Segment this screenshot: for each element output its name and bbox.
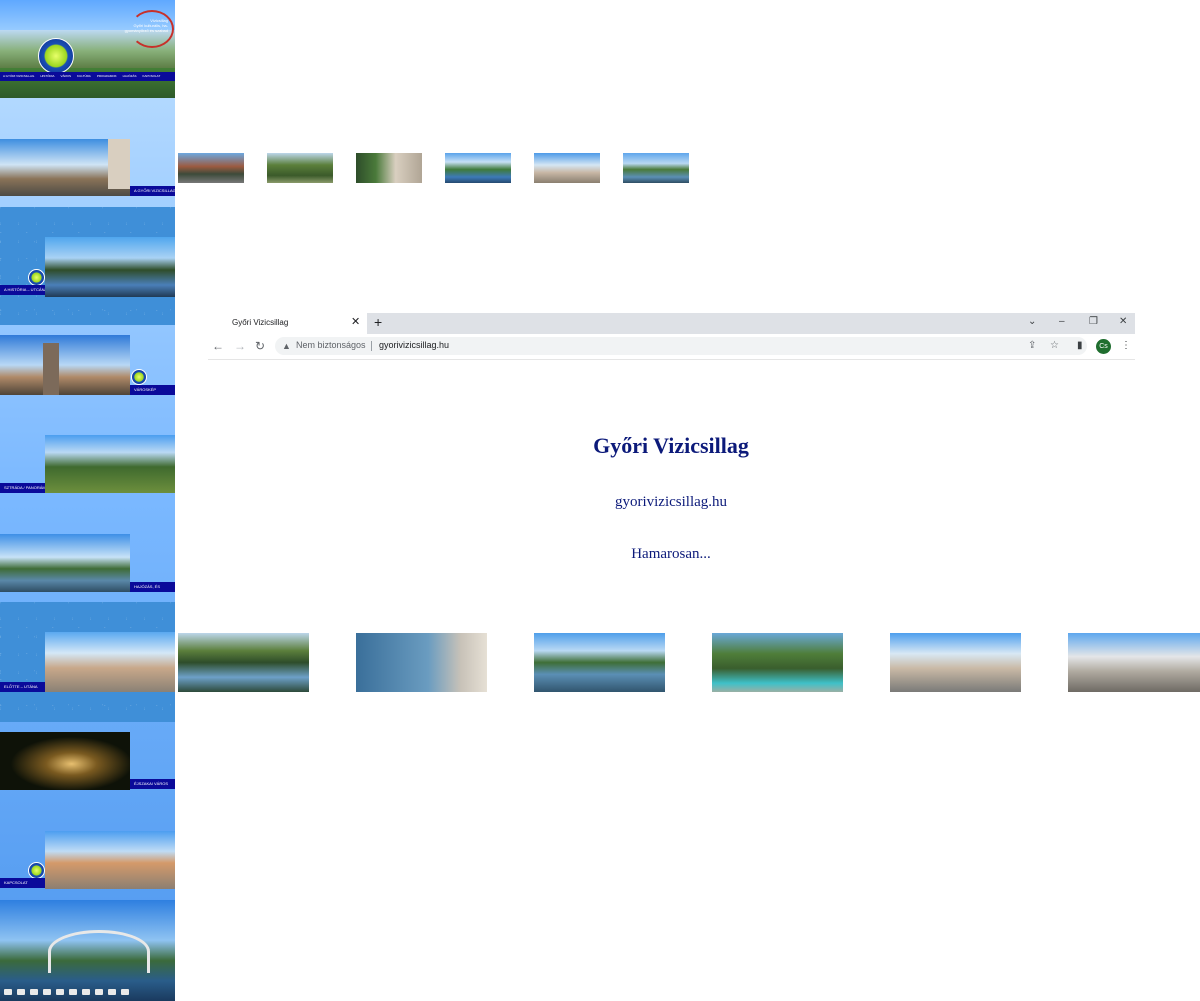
footer-icon	[4, 989, 12, 995]
panel-caption-bar: KAPCSOLAT	[0, 878, 45, 888]
coming-soon-text: Hamarosan...	[631, 546, 711, 562]
tab-title: Győri Vizicsillag	[232, 318, 289, 327]
panel-caption-bar: HAJÓZÁS, ÉS	[130, 582, 175, 592]
warning-icon[interactable]: ▲	[282, 339, 291, 353]
strip-header: Vízicsillag Győri kulturális, ha- gyomán…	[0, 0, 175, 98]
thumbnail	[267, 153, 333, 183]
url-text[interactable]: gyorivizicsillag.hu	[379, 340, 449, 350]
footer-icons	[0, 987, 175, 997]
thumbnail	[178, 153, 244, 183]
footer-icon	[30, 989, 38, 995]
panel-photo	[45, 435, 175, 493]
bridge-arch	[48, 930, 150, 973]
thumbnail	[534, 633, 665, 692]
logo-line: gyományőrző és szabad	[124, 28, 168, 33]
divider	[371, 341, 372, 351]
thumbnail	[178, 633, 309, 692]
header-logo-text: Vízicsillag Győri kulturális, ha- gyomán…	[112, 18, 168, 33]
browser-window: Győri Vizicsillag ✕ + ⌄ – ❐ ✕ ← → ↻ ▲ Ne…	[208, 313, 1135, 360]
strip-footer	[0, 900, 175, 1001]
preview-strip: Vízicsillag Győri kulturális, ha- gyomán…	[0, 0, 175, 1001]
security-label[interactable]: Nem biztonságos	[296, 340, 366, 350]
panel-caption-bar: SZTRÁDA / PANORÁMA	[0, 483, 45, 493]
panel-photo	[108, 139, 130, 189]
strip-nav-item: KAPCSOLAT	[142, 74, 161, 78]
strip-nav-item: A GYŐRI VIZICSILLAG	[3, 74, 35, 78]
footer-icon	[43, 989, 51, 995]
strip-nav-item: KULTÚRA	[77, 74, 91, 78]
panel-caption-bar: VÁROSKÉP	[130, 385, 175, 395]
share-icon[interactable]: ⇪	[1028, 338, 1036, 354]
strip-panel: ELŐTTE – UTÁNA	[0, 602, 175, 722]
vizicsillag-logo-icon	[28, 269, 45, 286]
browser-toolbar: ← → ↻ ▲ Nem biztonságos gyorivizicsillag…	[208, 334, 1135, 360]
vizicsillag-logo-icon	[38, 38, 74, 74]
strip-panel: HAJÓZÁS, ÉS	[0, 497, 175, 597]
strip-panel: SZTRÁDA / PANORÁMA	[0, 397, 175, 497]
tab-bar: Győri Vizicsillag ✕ + ⌄ – ❐ ✕	[208, 313, 1135, 334]
panel-photo	[45, 831, 175, 889]
vizicsillag-logo-icon	[131, 369, 147, 385]
panel-photo	[0, 335, 130, 395]
chevron-down-icon[interactable]: ⌄	[1028, 315, 1036, 329]
minimize-icon[interactable]: –	[1059, 315, 1065, 329]
panel-caption-bar: A HISTÓRIA – UTCÁNAK	[0, 285, 45, 295]
strip-panel: ÉJSZAKAI VÁROS	[0, 722, 175, 792]
thumbnail	[1068, 633, 1200, 692]
panel-photo	[45, 632, 175, 692]
thumbnail	[890, 633, 1021, 692]
footer-icon	[56, 989, 64, 995]
strip-panel: A GYŐRI VIZICSILLAG	[0, 98, 175, 198]
footer-icon	[121, 989, 129, 995]
strip-nav-item: PROGRAMOK	[96, 74, 117, 78]
new-tab-icon[interactable]: +	[374, 314, 382, 331]
thumbnail	[534, 153, 600, 183]
strip-nav-item: HAJÓZÁS	[122, 74, 137, 78]
tab-active[interactable]: Győri Vizicsillag ✕	[208, 313, 367, 334]
restore-icon[interactable]: ❐	[1089, 315, 1098, 329]
thumbnail	[356, 633, 487, 692]
footer-icon	[69, 989, 77, 995]
star-icon[interactable]: ☆	[1050, 338, 1059, 354]
thumbnail	[712, 633, 843, 692]
strip-panel: VÁROSKÉP	[0, 335, 175, 397]
strip-nav: A GYŐRI VIZICSILLAG HISTÓRIA VÁROS KULTÚ…	[0, 72, 175, 81]
panel-photo	[45, 237, 175, 297]
address-bar[interactable]: ▲ Nem biztonságos gyorivizicsillag.hu ⇪ …	[275, 337, 1087, 355]
footer-icon	[108, 989, 116, 995]
strip-panel: KAPCSOLAT	[0, 792, 175, 900]
forward-icon[interactable]: →	[234, 338, 246, 354]
thumbnail	[445, 153, 511, 183]
thumbnail	[623, 153, 689, 183]
tab-strip	[367, 313, 1135, 334]
side-panel-icon[interactable]: ▮	[1077, 338, 1083, 354]
profile-avatar[interactable]: Cs	[1096, 339, 1111, 354]
panel-caption-bar: ÉJSZAKAI VÁROS	[130, 779, 175, 789]
footer-icon	[95, 989, 103, 995]
reload-icon[interactable]: ↻	[255, 338, 265, 354]
strip-nav-item: VÁROS	[60, 74, 72, 78]
thumbnail	[356, 153, 422, 183]
strip-panel: A HISTÓRIA – UTCÁNAK	[0, 207, 175, 325]
menu-icon[interactable]: ⋮	[1121, 338, 1131, 354]
panel-photo	[0, 732, 130, 790]
footer-icon	[82, 989, 90, 995]
page-title: Győri Vizicsillag	[593, 433, 749, 458]
panel-caption-bar: ELŐTTE – UTÁNA	[0, 682, 45, 692]
vizicsillag-logo-icon	[28, 862, 45, 879]
site-domain: gyorivizicsillag.hu	[614, 494, 728, 510]
footer-icon	[17, 989, 25, 995]
panel-photo	[43, 343, 59, 395]
window-close-icon[interactable]: ✕	[1119, 315, 1127, 329]
panel-caption-bar: A GYŐRI VIZICSILLAG	[130, 186, 175, 196]
back-icon[interactable]: ←	[212, 338, 224, 354]
close-icon[interactable]: ✕	[351, 316, 360, 329]
panel-photo	[0, 534, 130, 592]
strip-nav-item: HISTÓRIA	[40, 74, 55, 78]
